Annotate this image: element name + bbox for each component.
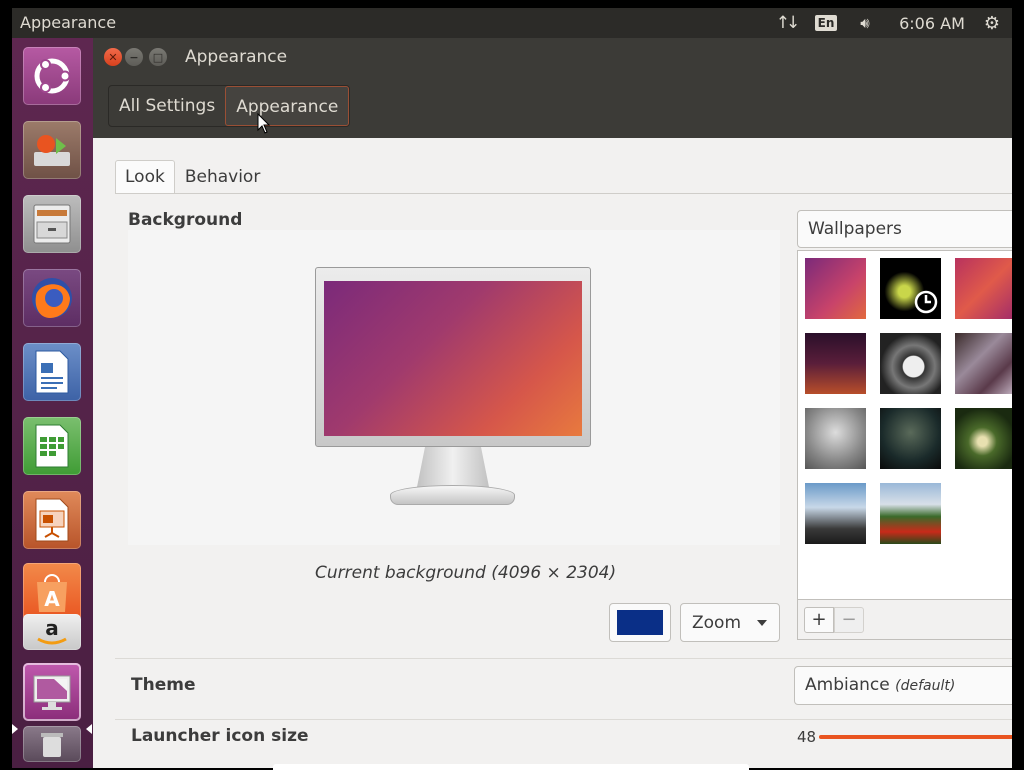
background-color-button[interactable] xyxy=(609,603,671,642)
launcher-item-libreoffice-impress[interactable] xyxy=(20,488,84,552)
keyboard-layout-label: En xyxy=(814,15,838,31)
wallpaper-thumbnail[interactable] xyxy=(880,483,941,544)
appearance-content: Look Behavior Background Current backgro… xyxy=(93,138,1012,768)
monitor-base xyxy=(390,485,515,505)
amazon-icon: a xyxy=(23,614,81,650)
display-settings-icon xyxy=(23,663,81,721)
current-background-caption: Current background (4096 × 2304) xyxy=(315,563,617,583)
network-transfer-icon[interactable]: ↑↓ xyxy=(774,8,801,38)
current-wallpaper-preview xyxy=(324,281,582,436)
wallpaper-thumbnail[interactable] xyxy=(880,333,941,394)
top-panel: Appearance ↑↓ En 🔊︎ 6:06 AM ⚙ xyxy=(12,8,1012,38)
section-divider xyxy=(115,719,1012,720)
launcher-item-software-updater[interactable] xyxy=(20,118,84,182)
wallpaper-thumbnail[interactable] xyxy=(880,408,941,469)
monitor-stand xyxy=(417,447,489,487)
tab-divider xyxy=(115,193,1012,194)
wallpaper-thumbnail[interactable] xyxy=(805,333,866,394)
close-button[interactable]: ✕ xyxy=(104,48,122,66)
wallpaper-grid xyxy=(797,250,1012,600)
chevron-down-icon xyxy=(757,620,767,626)
volume-icon[interactable]: 🔊︎ xyxy=(852,8,878,38)
wallpaper-thumbnail[interactable] xyxy=(955,258,1012,319)
monitor-icon xyxy=(315,267,591,447)
clock[interactable]: 6:06 AM xyxy=(897,8,967,38)
wallpaper-thumbnail[interactable] xyxy=(805,258,866,319)
background-mode-select[interactable]: Zoom xyxy=(680,603,780,642)
ubuntu-logo-icon xyxy=(23,47,81,105)
breadcrumb-all-settings[interactable]: All Settings xyxy=(109,86,225,126)
background-preview xyxy=(128,230,780,545)
background-mode-value: Zoom xyxy=(692,612,742,633)
svg-text:a: a xyxy=(45,617,59,640)
launcher-item-libreoffice-writer[interactable] xyxy=(20,340,84,404)
impress-icon xyxy=(23,491,81,549)
remove-wallpaper-button[interactable]: − xyxy=(834,607,864,633)
maximize-button[interactable]: □ xyxy=(149,48,167,66)
launcher-item-ubuntu-dash[interactable] xyxy=(20,44,84,108)
minimize-icon: − xyxy=(129,50,139,64)
window-header: ✕ − □ Appearance All Settings Appearance xyxy=(93,38,1012,138)
breadcrumb: All Settings Appearance xyxy=(108,85,351,127)
svg-text:A: A xyxy=(44,587,60,611)
launcher-item-firefox[interactable] xyxy=(20,266,84,330)
section-divider xyxy=(115,658,1012,659)
color-swatch xyxy=(617,610,663,635)
add-wallpaper-button[interactable]: + xyxy=(804,607,834,633)
writer-icon xyxy=(23,343,81,401)
wallpaper-thumbnail[interactable] xyxy=(805,483,866,544)
wallpaper-source-select[interactable]: Wallpapers xyxy=(797,210,1012,248)
tab-behavior[interactable]: Behavior xyxy=(175,160,271,194)
active-indicator-left xyxy=(12,724,18,734)
active-indicator-right xyxy=(86,724,92,734)
keyboard-layout-indicator[interactable]: En xyxy=(814,8,838,38)
background-label: Background xyxy=(128,210,243,230)
launcher-item-trash[interactable] xyxy=(20,724,84,764)
launcher-icon-size-value: 48 xyxy=(797,728,817,746)
wallpaper-controls: + − xyxy=(797,600,1012,640)
tab-look[interactable]: Look xyxy=(115,160,175,194)
minimize-button[interactable]: − xyxy=(125,48,143,66)
wallpaper-thumbnail[interactable] xyxy=(955,333,1012,394)
theme-label: Theme xyxy=(131,675,196,695)
firefox-icon xyxy=(23,269,81,327)
panel-app-title: Appearance xyxy=(20,13,117,32)
tab-bar: Look Behavior xyxy=(115,160,270,194)
close-icon: ✕ xyxy=(108,50,118,64)
software-updater-icon xyxy=(23,121,81,179)
launcher-item-amazon[interactable]: a xyxy=(20,612,84,652)
launcher-item-system-settings[interactable] xyxy=(20,660,84,724)
launcher-icon-size-slider[interactable] xyxy=(819,735,1012,739)
trash-icon xyxy=(23,726,81,762)
window-title: Appearance xyxy=(185,47,288,67)
wallpaper-thumbnail-selected[interactable] xyxy=(880,258,941,319)
theme-default-tag: (default) xyxy=(895,678,956,694)
file-cabinet-icon xyxy=(23,195,81,253)
appearance-window: ✕ − □ Appearance All Settings Appearance… xyxy=(93,38,1012,768)
launcher-icon-size-label: Launcher icon size xyxy=(131,726,309,746)
mouse-cursor-icon xyxy=(257,113,271,134)
clock-icon xyxy=(914,290,938,314)
gear-icon[interactable]: ⚙ xyxy=(980,8,1004,38)
wallpaper-thumbnail[interactable] xyxy=(955,408,1012,469)
maximize-icon: □ xyxy=(152,50,164,64)
breadcrumb-appearance[interactable]: Appearance xyxy=(225,86,350,126)
theme-select[interactable]: Ambiance (default) xyxy=(794,666,1012,705)
calc-icon xyxy=(23,417,81,475)
launcher-item-files[interactable] xyxy=(20,192,84,256)
bottom-edge-bar xyxy=(273,764,749,770)
wallpaper-thumbnail[interactable] xyxy=(805,408,866,469)
theme-value: Ambiance xyxy=(805,675,890,695)
launcher: A a xyxy=(12,38,93,768)
launcher-item-libreoffice-calc[interactable] xyxy=(20,414,84,478)
